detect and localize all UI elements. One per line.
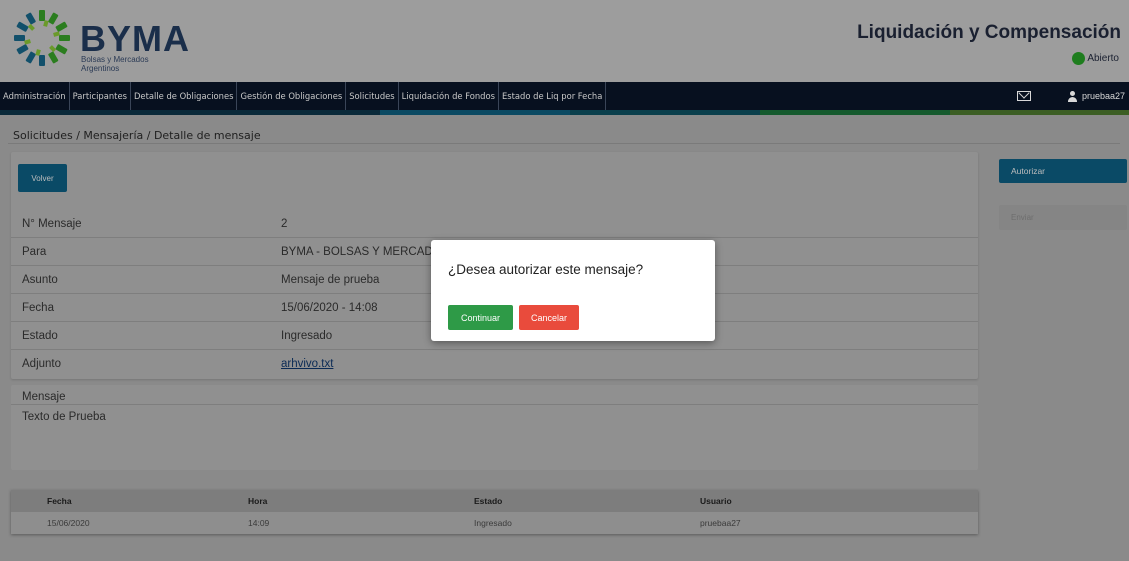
user-icon [1067, 90, 1078, 102]
nav-item-solicitudes[interactable]: Solicitudes [346, 82, 399, 110]
brand-subtitle: Bolsas y Mercados Argentinos [81, 55, 149, 73]
table-row: 15/06/2020 14:09 Ingresado pruebaa27 [11, 512, 978, 534]
detail-label: Adjunto [22, 358, 62, 370]
brand-color-bar [0, 110, 1129, 115]
app-title: Liquidación y Compensación [857, 22, 1121, 43]
column-header-usuario: Usuario [700, 496, 732, 506]
cell-fecha: 15/06/2020 [47, 518, 90, 528]
detail-label: Fecha [22, 301, 54, 314]
attachment-link[interactable]: arhvivo.txt [281, 358, 333, 370]
detail-label: Estado [22, 329, 58, 342]
nav-item-gestion-obligaciones[interactable]: Gestión de Obligaciones [237, 82, 347, 110]
table-header: Fecha Hora Estado Usuario [11, 490, 978, 512]
detail-label: N° Mensaje [22, 217, 82, 230]
user-menu[interactable]: pruebaa27 [1067, 90, 1125, 102]
cell-estado: Ingresado [474, 518, 512, 528]
breadcrumb: Solicitudes / Mensajería / Detalle de me… [8, 122, 1120, 144]
cell-hora: 14:09 [248, 518, 270, 528]
brand-name: BYMA [80, 18, 190, 59]
enviar-button[interactable]: Enviar [999, 205, 1127, 230]
market-status: Abierto [1072, 52, 1119, 65]
mail-icon[interactable] [1016, 91, 1031, 101]
detail-label: Para [22, 245, 47, 258]
nav-item-detalle-obligaciones[interactable]: Detalle de Obligaciones [131, 82, 238, 110]
byma-logo-icon [14, 10, 70, 66]
column-header-fecha: Fecha [47, 496, 72, 506]
column-header-estado: Estado [474, 496, 503, 506]
detail-row-numero: N° Mensaje 2 [11, 210, 978, 238]
app-header: BYMA Bolsas y Mercados Argentinos Liquid… [0, 0, 1129, 82]
confirm-dialog: ¿Desea autorizar este mensaje? Continuar… [431, 240, 715, 341]
autorizar-button[interactable]: Autorizar [999, 159, 1127, 183]
column-header-hora: Hora [248, 496, 268, 506]
message-title: Mensaje [11, 385, 978, 405]
cancelar-button[interactable]: Cancelar [519, 305, 579, 330]
detail-label: Asunto [22, 273, 58, 286]
detail-value: 2 [281, 217, 288, 230]
user-name: pruebaa27 [1081, 91, 1125, 101]
nav-item-estado-liq-fecha[interactable]: Estado de Liq por Fecha [499, 82, 607, 110]
status-label: Abierto [1087, 53, 1119, 64]
continuar-button[interactable]: Continuar [448, 305, 513, 330]
status-dot-icon [1072, 52, 1086, 65]
nav-item-administracion[interactable]: Administración [0, 82, 70, 110]
volver-button[interactable]: Volver [18, 164, 67, 192]
message-body-card: Mensaje Texto de Prueba [11, 385, 978, 470]
message-body: Texto de Prueba [22, 411, 106, 423]
detail-row-adjunto: Adjunto arhvivo.txt [11, 350, 978, 378]
nav-item-liquidacion-fondos[interactable]: Liquidación de Fondos [399, 82, 499, 110]
cell-usuario: pruebaa27 [700, 518, 741, 528]
nav-item-participantes[interactable]: Participantes [70, 82, 131, 110]
confirm-question: ¿Desea autorizar este mensaje? [448, 262, 644, 277]
nav-right: pruebaa27 [1016, 82, 1129, 110]
history-table: Fecha Hora Estado Usuario 15/06/2020 14:… [11, 490, 978, 534]
main-nav: Administración Participantes Detalle de … [0, 82, 1129, 110]
